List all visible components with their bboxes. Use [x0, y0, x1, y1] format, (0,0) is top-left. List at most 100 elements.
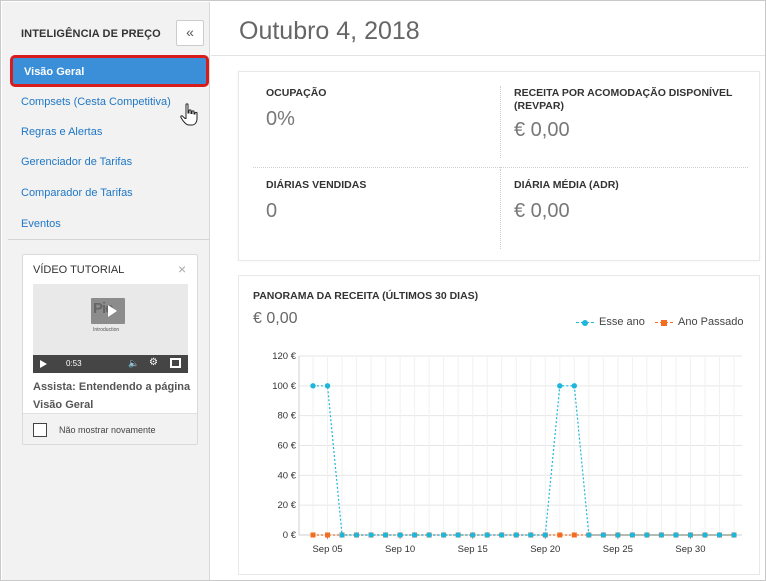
data-point-this-year: [455, 532, 461, 538]
data-point-this-year: [629, 532, 636, 538]
sidebar: INTELIGÊNCIA DE PREÇO « Visão Geral Comp…: [2, 2, 210, 580]
data-point-this-year: [528, 532, 534, 538]
data-point-this-year: [586, 532, 592, 538]
legend-marker-last-year: [661, 320, 667, 326]
y-tick-label: 20 €: [278, 500, 297, 511]
kpi-divider-v-top: [500, 86, 501, 158]
kpi-divider-v-bottom: [500, 169, 501, 249]
legend-item-last-year[interactable]: Ano Passado: [655, 316, 755, 330]
video-player[interactable]: Pic Introduction 0:53 🔈 ⚙: [33, 284, 188, 373]
data-point-last-year: [325, 532, 331, 538]
kpi-rooms-sold-label: DIÁRIAS VENDIDAS: [266, 179, 367, 191]
y-tick-label: 40 €: [278, 470, 297, 481]
video-tutorial-link[interactable]: Assista: Entendendo a página Visão Geral: [33, 378, 193, 414]
legend-label-last-year: Ano Passado: [678, 316, 744, 328]
revenue-chart-svg: 120 € 100 € 80 € 60 € 40 € 20 € 0 € Sep 05 Sep 1…: [272, 351, 742, 555]
sidebar-item-visao-geral[interactable]: Visão Geral: [10, 55, 209, 87]
data-point-this-year: [310, 383, 316, 389]
app-window: INTELIGÊNCIA DE PREÇO « Visão Geral Comp…: [0, 0, 766, 581]
data-point-this-year: [499, 532, 505, 538]
kpi-divider-h-right: [500, 167, 748, 168]
sidebar-item-regras-alertas[interactable]: Regras e Alertas: [2, 120, 210, 144]
volume-icon[interactable]: 🔈: [128, 358, 139, 369]
kpi-rooms-sold-value: 0: [266, 200, 278, 222]
data-point-last-year: [571, 532, 577, 538]
x-tick-label: Sep 20: [530, 544, 560, 555]
data-point-this-year: [411, 532, 418, 538]
data-point-this-year: [353, 532, 360, 538]
kpi-divider-h-left: [253, 167, 500, 168]
data-point-this-year: [440, 532, 447, 538]
video-tutorial-footer: Não mostrar novamente: [23, 413, 197, 444]
data-point-this-year: [368, 532, 374, 538]
chart-title: PANORAMA DA RECEITA (ÚLTIMOS 30 DIAS): [253, 290, 479, 302]
video-time: 0:53: [66, 359, 82, 368]
x-tick-label: Sep 15: [458, 544, 488, 555]
data-point-this-year: [571, 383, 578, 389]
y-tick-label: 60 €: [278, 441, 297, 452]
data-point-this-year: [469, 532, 476, 538]
fullscreen-icon[interactable]: [170, 358, 181, 368]
kpi-adr-value: € 0,00: [514, 200, 570, 222]
sidebar-item-gerenciador-tarifas[interactable]: Gerenciador de Tarifas: [2, 150, 210, 174]
data-point-this-year: [687, 532, 694, 538]
legend-marker-this-year: [582, 320, 588, 326]
legend-label-this-year: Esse ano: [599, 316, 645, 328]
video-tutorial-title: VÍDEO TUTORIAL: [33, 264, 125, 276]
data-point-this-year: [397, 532, 403, 538]
legend-item-this-year[interactable]: Esse ano: [576, 316, 656, 330]
page-title: Outubro 4, 2018: [239, 17, 420, 45]
kpi-occupancy-label: OCUPAÇÃO: [266, 87, 327, 99]
data-point-this-year: [615, 532, 621, 538]
collapse-sidebar-button[interactable]: «: [176, 20, 204, 46]
data-point-last-year: [557, 532, 563, 538]
dont-show-again-label: Não mostrar novamente: [59, 425, 156, 435]
sidebar-title: INTELIGÊNCIA DE PREÇO: [21, 28, 161, 40]
data-point-this-year: [484, 532, 490, 538]
play-icon[interactable]: [40, 360, 47, 368]
gear-icon[interactable]: ⚙: [149, 357, 158, 368]
y-tick-label: 120 €: [272, 351, 296, 362]
close-icon[interactable]: ×: [178, 261, 186, 277]
kpi-panel: OCUPAÇÃO 0% RECEITA POR ACOMODAÇÃO DISPO…: [238, 71, 760, 261]
x-tick-label: Sep 10: [385, 544, 415, 555]
y-tick-label: 80 €: [278, 411, 297, 422]
revenue-chart-panel: PANORAMA DA RECEITA (ÚLTIMOS 30 DIAS) € …: [238, 275, 760, 575]
hand-cursor-icon: [180, 103, 198, 126]
x-tick-label: Sep 05: [312, 544, 342, 555]
chart-total: € 0,00: [253, 310, 298, 327]
kpi-revpar-label: RECEITA POR ACOMODAÇÃO DISPONÍVEL (REVPA…: [514, 87, 733, 112]
video-play-overlay-icon: [108, 305, 117, 317]
series-line-this-year: [313, 385, 734, 536]
x-tick-label: Sep 25: [603, 544, 633, 555]
data-point-last-year: [310, 532, 316, 538]
data-point-this-year: [716, 532, 723, 538]
data-point-this-year: [339, 532, 345, 538]
data-point-this-year: [644, 532, 650, 538]
x-tick-label: Sep 30: [675, 544, 705, 555]
kpi-adr-label: DIÁRIA MÉDIA (ADR): [514, 179, 619, 191]
data-point-this-year: [658, 532, 665, 538]
sidebar-divider: [8, 239, 210, 240]
kpi-revpar-value: € 0,00: [514, 119, 570, 141]
data-point-this-year: [324, 383, 331, 389]
data-point-this-year: [673, 532, 679, 538]
video-tutorial-card: VÍDEO TUTORIAL × Pic Introduction 0:53 🔈…: [22, 254, 198, 445]
y-tick-label: 0 €: [283, 530, 297, 541]
data-point-this-year: [426, 532, 432, 538]
kpi-occupancy-value: 0%: [266, 108, 295, 130]
sidebar-item-eventos[interactable]: Eventos: [2, 212, 210, 236]
sidebar-item-comparador-tarifas[interactable]: Comparador de Tarifas: [2, 181, 210, 205]
data-point-this-year: [382, 532, 389, 538]
data-point-this-year: [557, 383, 563, 389]
video-caption: Introduction: [93, 327, 120, 333]
data-point-this-year: [731, 532, 737, 538]
data-point-this-year: [513, 532, 519, 538]
data-point-this-year: [702, 532, 708, 538]
video-controls-bar: 0:53 🔈 ⚙: [33, 355, 188, 373]
y-tick-label: 100 €: [272, 381, 296, 392]
dont-show-again-checkbox[interactable]: [33, 423, 47, 437]
data-point-this-year: [600, 532, 607, 538]
sidebar-item-compsets[interactable]: Compsets (Cesta Competitiva): [2, 90, 210, 114]
title-divider: [211, 55, 765, 56]
